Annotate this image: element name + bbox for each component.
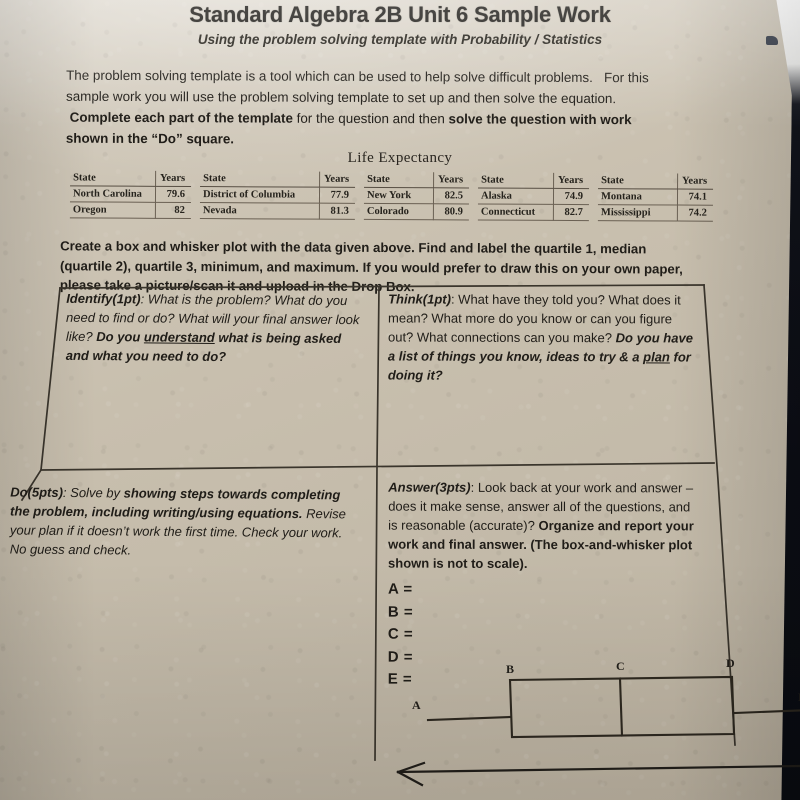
answer-blank-a: A = xyxy=(387,580,413,598)
quadrant-answer: Answer(3pts): Look back at your work and… xyxy=(388,478,695,692)
quadrant-think: Think(1pt): What have they told you? Wha… xyxy=(387,291,693,383)
cell-years: 80.9 xyxy=(433,203,469,221)
table-row: District of Columbia 77.9 xyxy=(199,186,356,204)
answer-blank-d: D = xyxy=(387,648,414,666)
data-table-group: State Years New York 82.5 Colorado 80.9 xyxy=(363,171,470,221)
intro-paragraph: The problem solving template is a tool w… xyxy=(65,67,649,147)
table-row: Mississippi 74.2 xyxy=(597,204,713,222)
cell-state: District of Columbia xyxy=(199,186,320,204)
cell-years: 79.6 xyxy=(155,186,192,203)
page-title: Standard Algebra 2B Unit 6 Sample Work xyxy=(189,2,611,27)
boxplot-label-b: B xyxy=(506,662,515,676)
life-expectancy-tables: State Years North Carolina 79.6 Oregon 82 … xyxy=(69,170,714,222)
cell-years: 82.7 xyxy=(553,204,589,221)
boxplot-label-c: C xyxy=(616,659,625,673)
data-table-group: State Years North Carolina 79.6 Oregon 82 xyxy=(69,170,192,219)
answer-prompt-text: Answer(3pts): Look back at your work and… xyxy=(388,479,694,571)
worksheet-photo: Standard Algebra 2B Unit 6 Sample Work U… xyxy=(0,0,800,800)
table-row: Montana 74.1 xyxy=(597,188,714,206)
cell-state: Montana xyxy=(597,188,678,206)
number-line-arrow xyxy=(390,760,800,794)
table-row: Nevada 81.3 xyxy=(199,202,355,220)
column-header-years: Years xyxy=(319,171,356,188)
cell-years: 77.9 xyxy=(319,187,356,204)
answer-blank-b: B = xyxy=(387,603,414,621)
box-plot-drawing xyxy=(426,675,800,739)
quadrant-identify: Identify(1pt): What is the problem? What… xyxy=(65,290,360,365)
table-row: Oregon 82 xyxy=(69,201,191,219)
cell-state: North Carolina xyxy=(69,185,156,203)
column-header-years: Years xyxy=(155,170,192,187)
cell-state: Mississippi xyxy=(597,204,678,222)
column-header-years: Years xyxy=(677,173,714,190)
cell-state: Oregon xyxy=(69,201,156,219)
cell-years: 82 xyxy=(155,202,191,219)
quadrant-do: Do(5pts): Solve by showing steps towards… xyxy=(9,484,347,558)
column-header-years: Years xyxy=(553,172,590,189)
cell-state: Alaska xyxy=(477,188,554,205)
table-row: North Carolina 79.6 xyxy=(69,185,192,203)
cell-years: 74.1 xyxy=(677,189,714,206)
table-row: Alaska 74.9 xyxy=(477,188,590,205)
table-row: Colorado 80.9 xyxy=(363,203,469,221)
box-and-whisker-plot: A B C D E xyxy=(412,656,800,754)
column-header-state: State xyxy=(364,171,434,188)
column-header-state: State xyxy=(70,170,156,187)
cell-years: 81.3 xyxy=(319,203,355,220)
cell-years: 74.9 xyxy=(553,188,590,205)
column-header-state: State xyxy=(478,172,554,189)
column-header-state: State xyxy=(200,171,320,188)
cell-state: New York xyxy=(363,187,434,204)
data-table-group: State Years District of Columbia 77.9 Nev… xyxy=(199,171,356,220)
boxplot-label-a: A xyxy=(412,698,421,712)
data-table-group: State Years Montana 74.1 Mississippi 74.2 xyxy=(597,173,714,222)
cell-years: 82.5 xyxy=(433,187,470,204)
column-header-years: Years xyxy=(433,172,470,188)
arrow-left-icon xyxy=(396,761,800,787)
data-table-group: State Years Alaska 74.9 Connecticut 82.7 xyxy=(477,172,590,222)
table-row: New York 82.5 xyxy=(363,187,470,204)
printed-content: Standard Algebra 2B Unit 6 Sample Work U… xyxy=(0,0,800,800)
cell-state: Nevada xyxy=(199,202,320,220)
answer-blank-c: C = xyxy=(387,625,414,643)
data-table-title: Life Expectancy xyxy=(347,150,453,166)
table-row: Connecticut 82.7 xyxy=(477,204,589,221)
cell-state: Connecticut xyxy=(477,204,554,221)
boxplot-label-d: D xyxy=(726,656,735,670)
cell-state: Colorado xyxy=(363,203,434,220)
column-header-state: State xyxy=(598,173,678,190)
cell-years: 74.2 xyxy=(677,205,713,222)
page-subtitle: Using the problem solving template with … xyxy=(197,32,603,47)
